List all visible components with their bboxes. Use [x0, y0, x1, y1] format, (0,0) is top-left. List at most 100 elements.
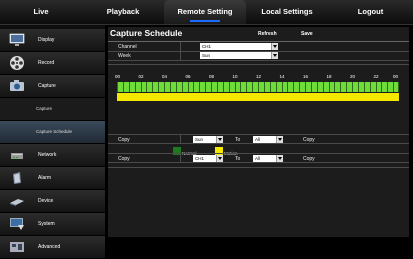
grid-line	[152, 82, 154, 92]
panel-header: Capture Schedule Refresh Save	[108, 27, 409, 41]
channel-value: CH1	[202, 44, 212, 49]
grid-line	[158, 82, 160, 92]
grid-line	[293, 82, 295, 92]
sidebar-item-label: System	[38, 221, 55, 227]
hour-tick-label: 14	[279, 74, 285, 79]
hour-tick-label: 06	[185, 74, 191, 79]
grid-line	[234, 82, 236, 92]
grid-line	[175, 82, 177, 92]
sidebar-item-device[interactable]: Device	[0, 190, 105, 213]
to-label: To	[235, 156, 241, 162]
grid-line	[222, 82, 224, 92]
camera-icon	[10, 80, 24, 91]
copy-channel-from-value: CH1	[195, 156, 205, 161]
copy-channel-to-select[interactable]: All	[253, 155, 283, 162]
copy-day-to-value: All	[255, 137, 261, 142]
copy-label: Copy	[118, 156, 130, 162]
copy-channel-button[interactable]: Copy	[303, 156, 315, 162]
sidebar-item-alarm[interactable]: Alarm	[0, 167, 105, 190]
channel-select[interactable]: CH1	[200, 43, 278, 50]
grid-line	[228, 82, 230, 92]
grid-line	[398, 82, 399, 92]
grid-line	[205, 82, 207, 92]
divider	[108, 60, 409, 61]
save-button[interactable]: Save	[301, 31, 313, 37]
system-icon	[10, 218, 24, 230]
hour-axis: 00 02 04 06 08 10 12 14 16 18 20 22 00	[115, 74, 399, 80]
network-icon	[11, 153, 23, 159]
grid-line	[199, 82, 201, 92]
grid-line	[310, 82, 312, 92]
tab-local-settings[interactable]: Local Settings	[246, 0, 328, 24]
copy-day-from-select[interactable]: Sun	[193, 136, 223, 143]
normal-schedule-grid[interactable]	[117, 82, 399, 92]
copy-day-to-select[interactable]: All	[253, 136, 283, 143]
tab-remote-setting-label: Remote Setting	[177, 7, 233, 16]
copy-channel-to-value: All	[255, 156, 261, 161]
hour-tick-label: 00	[393, 74, 399, 79]
grid-line	[211, 82, 212, 92]
sidebar-item-network[interactable]: Network	[0, 144, 105, 167]
grid-line	[393, 82, 395, 92]
grid-line	[216, 82, 218, 92]
sidebar-item-label: Advanced	[38, 244, 61, 250]
tab-remote-setting[interactable]: Remote Setting	[164, 0, 246, 24]
motion-schedule-bar[interactable]	[117, 93, 399, 101]
week-select[interactable]: Sun	[200, 52, 278, 59]
divider	[180, 135, 181, 144]
copy-day-row: Copy Sun To All Copy	[108, 134, 409, 144]
tab-playback[interactable]: Playback	[82, 0, 164, 24]
copy-channel-from-select[interactable]: CH1	[193, 155, 223, 162]
grid-line	[357, 82, 359, 92]
refresh-button[interactable]: Refresh	[258, 31, 277, 37]
sidebar-subitem-capture-schedule[interactable]: Capture Schedule	[0, 121, 105, 144]
grid-line	[169, 82, 171, 92]
copy-day-button[interactable]: Copy	[303, 137, 315, 143]
top-navigation-bar: Live Playback Remote Setting Local Setti…	[0, 0, 413, 25]
chevron-down-icon[interactable]	[216, 155, 223, 162]
grid-line	[381, 82, 383, 92]
grid-line	[181, 82, 183, 92]
disk-icon	[10, 199, 24, 206]
capture-schedule-panel: Capture Schedule Refresh Save Channel CH…	[108, 27, 409, 237]
grid-line	[346, 82, 348, 92]
tab-live[interactable]: Live	[0, 0, 82, 24]
divider	[180, 154, 181, 163]
grid-line	[146, 82, 148, 92]
week-value: Sun	[202, 53, 211, 58]
hour-tick-label: 12	[256, 74, 262, 79]
sidebar-item-label: Device	[38, 198, 54, 204]
grid-line	[117, 82, 118, 92]
chevron-down-icon[interactable]	[271, 43, 278, 50]
grid-line	[281, 82, 283, 92]
grid-line	[340, 82, 342, 92]
chevron-down-icon[interactable]	[276, 136, 283, 143]
hour-tick-label: 08	[209, 74, 215, 79]
grid-line	[269, 82, 271, 92]
hour-tick-label: 22	[373, 74, 379, 79]
grid-line	[187, 82, 189, 92]
grid-line	[287, 82, 289, 92]
sidebar-subitem-capture[interactable]: Capture	[0, 98, 105, 121]
grid-line	[246, 82, 248, 92]
sidebar-item-system[interactable]: System	[0, 213, 105, 236]
tab-logout[interactable]: Logout	[328, 0, 413, 24]
film-reel-icon	[10, 56, 24, 70]
grid-line	[164, 82, 165, 92]
sidebar-item-display[interactable]: Display	[0, 29, 105, 52]
sidebar-item-capture[interactable]: Capture	[0, 75, 105, 98]
sidebar-item-label: Alarm	[38, 175, 52, 181]
grid-line	[128, 82, 130, 92]
chevron-down-icon[interactable]	[216, 136, 223, 143]
hour-tick-label: 10	[232, 74, 238, 79]
sidebar-item-record[interactable]: Record	[0, 52, 105, 75]
divider	[180, 42, 181, 60]
chevron-down-icon[interactable]	[276, 155, 283, 162]
copy-channel-row: Copy CH1 To All Copy	[108, 153, 409, 163]
grid-line	[322, 82, 324, 92]
grid-line	[140, 82, 142, 92]
chevron-down-icon[interactable]	[271, 52, 278, 59]
sidebar-item-advanced[interactable]: Advanced	[0, 236, 105, 259]
hour-tick-label: 18	[326, 74, 332, 79]
channel-label: Channel	[118, 44, 137, 50]
